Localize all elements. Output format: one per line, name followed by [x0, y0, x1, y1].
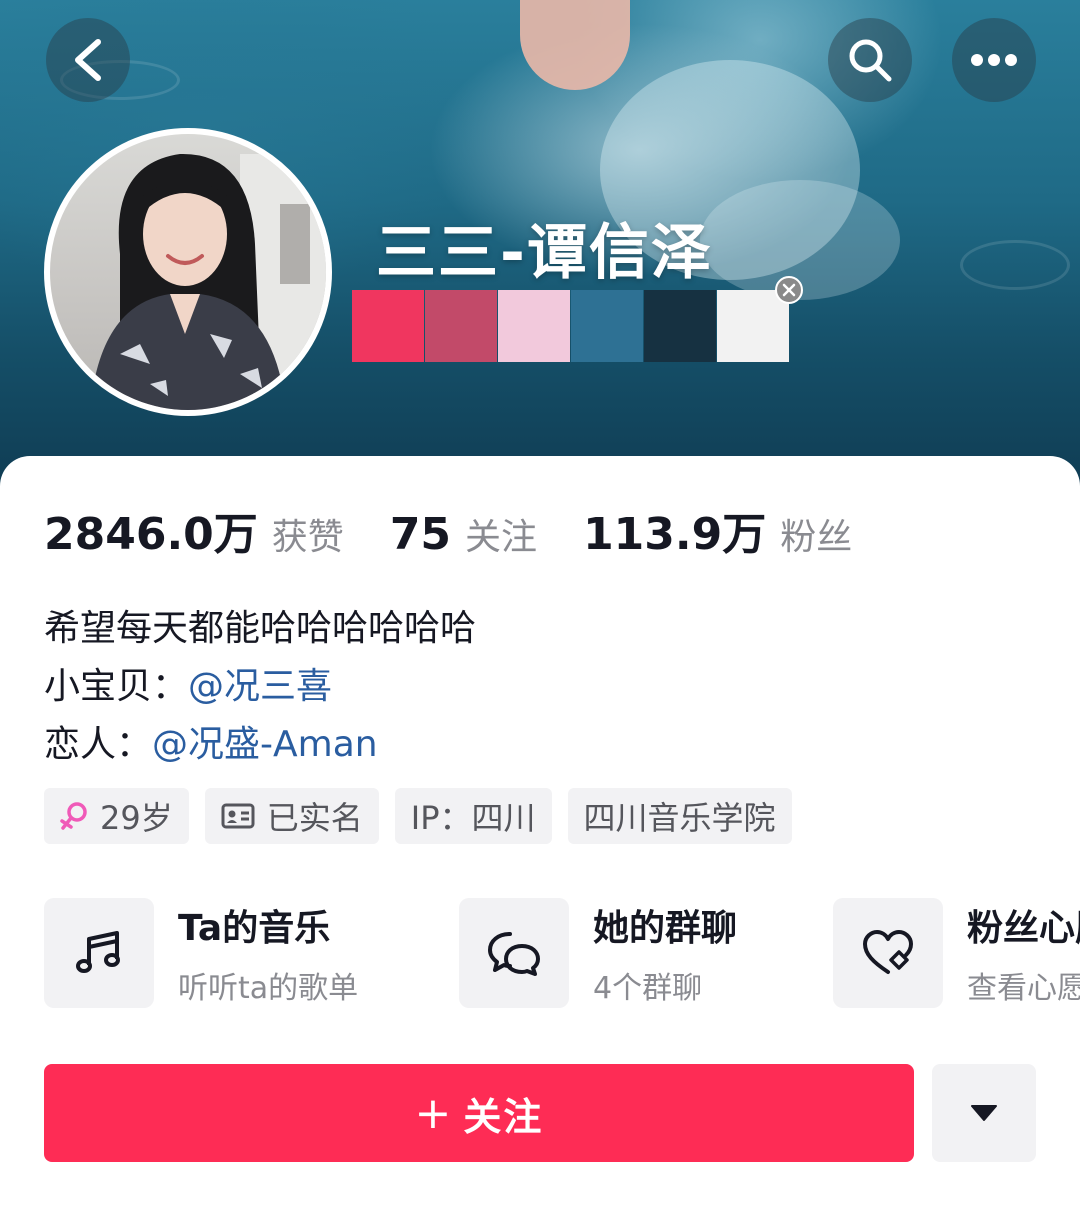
profile-bio: 希望每天都能哈哈哈哈哈哈 小宝贝：@况三喜 恋人：@况盛-Aman [44, 600, 476, 774]
age-text: 29岁 [100, 799, 173, 837]
feature-fan-wishes[interactable]: 粉丝心愿 查看心愿 [833, 898, 1080, 1008]
avatar-portrait [90, 153, 326, 410]
age-tag: 29岁 [44, 788, 189, 844]
feature-title: 粉丝心愿 [967, 908, 1080, 949]
avatar[interactable] [44, 128, 332, 416]
profile-stats: 2846.0万 获赞 75 关注 113.9万 粉丝 [44, 498, 898, 562]
bio-label: 小宝贝： [44, 666, 189, 707]
follow-label: 关注 [463, 1094, 544, 1139]
search-icon [849, 39, 892, 82]
feature-music[interactable]: Ta的音乐 听听ta的歌单 [44, 898, 358, 1008]
feature-subtitle: 4个群聊 [593, 971, 703, 1006]
bio-line: 希望每天都能哈哈哈哈哈哈 [44, 608, 477, 649]
mention-link[interactable]: @况盛-Aman [152, 724, 378, 765]
music-note-icon [44, 898, 154, 1008]
palette-swatch [498, 290, 570, 362]
more-dots-icon [971, 54, 1017, 66]
verified-tag[interactable]: 已实名 [204, 788, 379, 844]
bio-line: 恋人：@况盛-Aman [44, 716, 476, 774]
back-button[interactable] [46, 18, 130, 102]
followers-label[interactable]: 粉丝 [780, 508, 852, 560]
feature-subtitle: 听听ta的歌单 [178, 971, 359, 1006]
feature-title: 她的群聊 [593, 908, 738, 949]
color-palette [352, 290, 790, 362]
close-icon [782, 283, 796, 297]
ip-location-tag: IP：四川 [394, 788, 552, 844]
feature-subtitle: 查看心愿 [967, 971, 1080, 1006]
chat-bubbles-icon [459, 898, 569, 1008]
likes-label: 获赞 [271, 517, 344, 558]
female-icon [60, 801, 88, 831]
follow-button[interactable]: + 关注 [44, 1064, 914, 1162]
feature-title: Ta的音乐 [178, 908, 331, 949]
heart-wish-icon [833, 898, 943, 1008]
more-options-button[interactable] [952, 18, 1036, 102]
verified-text: 已实名 [266, 799, 363, 837]
bio-label: 恋人： [44, 724, 153, 765]
recommend-dropdown-button[interactable] [932, 1064, 1036, 1162]
feature-group-chat[interactable]: 她的群聊 4个群聊 [459, 898, 737, 1008]
mention-link[interactable]: @况三喜 [188, 666, 332, 707]
ip-text: IP：四川 [410, 799, 536, 837]
following-count[interactable]: 75 [390, 509, 451, 560]
followers-count[interactable]: 113.9万 [583, 498, 766, 562]
profile-tags: 29岁 已实名 IP：四川 四川音乐学院 [44, 788, 792, 844]
foot-image [520, 0, 630, 90]
following-label[interactable]: 关注 [465, 508, 537, 560]
palette-swatch [644, 290, 716, 362]
palette-swatch [425, 290, 497, 362]
palette-close-button[interactable] [775, 276, 803, 304]
caret-down-icon [971, 1105, 997, 1121]
feature-cards: Ta的音乐 听听ta的歌单 她的群聊 4个群聊 粉丝心愿 查看心愿 [44, 898, 1080, 1010]
likes-count: 2846.0万 [44, 509, 258, 560]
school-tag[interactable]: 四川音乐学院 [567, 788, 792, 844]
school-text: 四川音乐学院 [583, 799, 776, 837]
palette-swatch [717, 290, 789, 362]
chevron-left-icon [75, 39, 101, 81]
palette-swatch [571, 290, 643, 362]
id-card-icon [221, 803, 255, 829]
water-ripple [960, 240, 1070, 290]
profile-nickname: 三三-谭信泽 [376, 218, 713, 288]
plus-icon: + [414, 1087, 454, 1139]
palette-swatch [352, 290, 424, 362]
search-button[interactable] [828, 18, 912, 102]
bio-line: 小宝贝：@况三喜 [44, 658, 476, 716]
